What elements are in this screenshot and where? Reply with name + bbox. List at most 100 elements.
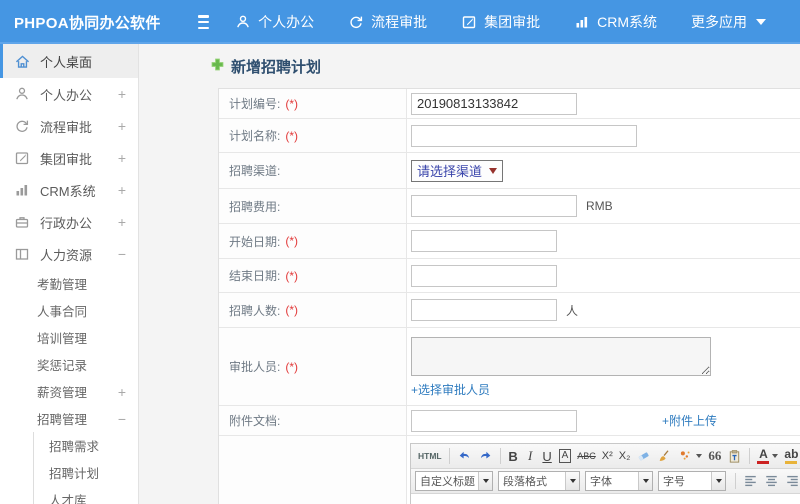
headcount-input[interactable] <box>411 299 557 321</box>
menu-toggle-icon[interactable] <box>198 15 210 29</box>
sidebar-item-admin-office[interactable]: 行政办公 + <box>0 206 138 238</box>
expand-plus-icon[interactable]: + <box>118 182 126 198</box>
expand-plus-icon[interactable]: + <box>118 86 126 102</box>
attachment-input[interactable] <box>411 409 577 432</box>
font-color-button[interactable]: A <box>755 446 780 466</box>
italic-button[interactable]: I <box>523 446 538 466</box>
plan-number-input[interactable] <box>411 92 577 115</box>
field-label: 招聘人数: <box>229 303 281 318</box>
nav-process-approval[interactable]: 流程审批 <box>348 12 427 32</box>
editor-content-area[interactable] <box>411 494 800 504</box>
sidebar-item-talent-pool[interactable]: 人才库 <box>34 486 138 504</box>
form-row-attachment: 附件文档: +附件上传 <box>219 406 800 436</box>
nav-label: 更多应用 <box>691 14 747 30</box>
expand-plus-icon[interactable]: + <box>118 384 126 400</box>
highlight-color-button[interactable]: ab <box>782 446 800 466</box>
form-row-start-date: 开始日期: (*) <box>219 224 800 259</box>
font-style-button[interactable]: A <box>557 446 574 466</box>
paragraph-format-select[interactable]: 段落格式 <box>498 471 580 491</box>
editor-toolbar-row-2: 自定义标题 段落格式 字体 字号 <box>411 469 800 494</box>
recruitment-plan-form: 计划编号: (*) 计划名称: (*) 招聘 <box>218 88 800 504</box>
form-row-end-date: 结束日期: (*) <box>219 259 800 293</box>
subscript-button[interactable]: X₂ <box>617 446 633 466</box>
required-marker: (*) <box>285 234 299 248</box>
sidebar-item-salary-management[interactable]: 薪资管理 + <box>0 378 138 405</box>
sidebar-item-training-management[interactable]: 培训管理 <box>0 324 138 351</box>
form-row-headcount: 招聘人数: (*) 人 <box>219 293 800 328</box>
paint-format-button[interactable] <box>676 446 704 466</box>
combo-caret-icon[interactable] <box>565 472 579 490</box>
font-size-select[interactable]: 字号 <box>658 471 726 491</box>
nav-crm-system[interactable]: CRM系统 <box>574 12 657 32</box>
undo-button[interactable] <box>455 446 474 466</box>
clean-format-button[interactable] <box>655 446 674 466</box>
nav-personal-office[interactable]: 个人办公 <box>235 12 314 32</box>
sidebar-item-reward-punishment[interactable]: 奖惩记录 <box>0 351 138 378</box>
redo-button[interactable] <box>476 446 495 466</box>
sidebar-item-personnel-contract[interactable]: 人事合同 <box>0 297 138 324</box>
page-title-text: 新增招聘计划 <box>231 59 322 76</box>
font-family-select[interactable]: 字体 <box>585 471 653 491</box>
expand-plus-icon[interactable]: + <box>118 118 126 134</box>
field-label: 招聘渠道: <box>229 164 281 178</box>
sidebar-item-label: 行政办公 <box>40 215 93 231</box>
sidebar-item-attendance-management[interactable]: 考勤管理 <box>0 270 138 297</box>
nav-label: 个人办公 <box>258 14 315 30</box>
start-date-input[interactable] <box>411 230 557 252</box>
sidebar-item-group-approval[interactable]: 集团审批 + <box>0 142 138 174</box>
collapse-minus-icon[interactable]: − <box>118 246 126 262</box>
sidebar-item-label: 考勤管理 <box>37 278 88 292</box>
attachment-upload-link[interactable]: +附件上传 <box>662 412 717 429</box>
redo-icon <box>480 451 490 459</box>
html-source-button[interactable]: HTML <box>416 446 444 466</box>
sidebar-item-recruitment-plan[interactable]: 招聘计划 <box>34 459 138 486</box>
align-right-button[interactable] <box>783 471 800 491</box>
blockquote-button[interactable]: 66 <box>706 446 723 466</box>
briefcase-icon <box>14 214 31 231</box>
end-date-input[interactable] <box>411 264 557 287</box>
sidebar-item-label: 人才库 <box>49 494 87 504</box>
sidebar-item-label: CRM系统 <box>40 183 96 199</box>
sidebar-item-crm-system[interactable]: CRM系统 + <box>0 174 138 206</box>
sidebar-item-personal-desktop[interactable]: 个人桌面 <box>0 44 138 78</box>
sidebar-item-personal-office[interactable]: 个人办公 + <box>0 78 138 110</box>
superscript-button[interactable]: X² <box>600 446 615 466</box>
rich-text-editor: HTML B I U A ABC X² X₂ 66 A ab 自定义标题 段落格… <box>410 443 800 504</box>
nav-group-approval[interactable]: 集团审批 <box>461 12 540 32</box>
cost-input[interactable] <box>411 195 577 217</box>
field-label: 审批人员: <box>229 360 281 374</box>
custom-heading-select[interactable]: 自定义标题 <box>415 471 493 491</box>
channel-select[interactable]: 请选择渠道 <box>411 159 504 182</box>
paste-as-text-button[interactable] <box>725 446 744 466</box>
align-center-button[interactable] <box>762 471 781 491</box>
sidebar-item-process-approval[interactable]: 流程审批 + <box>0 110 138 142</box>
page-title: 新增招聘计划 <box>211 56 321 77</box>
bar-chart-icon <box>14 182 31 199</box>
expand-plus-icon[interactable]: + <box>118 150 126 166</box>
sidebar-item-label: 招聘管理 <box>37 413 88 427</box>
app-logo[interactable]: PHPOA协同办公软件 <box>0 12 172 33</box>
sidebar-item-recruitment-demand[interactable]: 招聘需求 <box>34 432 138 459</box>
combo-caret-icon[interactable] <box>478 472 492 490</box>
combo-caret-icon[interactable] <box>638 472 652 490</box>
approvers-textarea[interactable] <box>411 337 711 376</box>
strikethrough-button[interactable]: ABC <box>575 446 598 466</box>
bold-button[interactable]: B <box>506 446 521 466</box>
plan-name-input[interactable] <box>411 124 637 147</box>
user-icon <box>235 14 251 30</box>
eraser-button[interactable] <box>634 446 653 466</box>
combo-caret-icon[interactable] <box>711 472 725 490</box>
sidebar-item-label: 奖惩记录 <box>37 359 88 373</box>
edit-approval-icon <box>14 150 31 167</box>
field-label: 开始日期: <box>229 234 281 249</box>
sidebar-item-human-resources[interactable]: 人力资源 − <box>0 238 138 270</box>
align-center-icon <box>766 475 777 487</box>
collapse-minus-icon[interactable]: − <box>118 411 126 427</box>
sidebar-item-label: 个人办公 <box>40 87 93 103</box>
select-approvers-link[interactable]: +选择审批人员 <box>411 381 490 398</box>
underline-button[interactable]: U <box>540 446 555 466</box>
align-left-button[interactable] <box>741 471 760 491</box>
sidebar-item-recruitment-management[interactable]: 招聘管理 − <box>0 405 138 432</box>
expand-plus-icon[interactable]: + <box>118 214 126 230</box>
nav-more-apps[interactable]: 更多应用 <box>691 12 766 32</box>
